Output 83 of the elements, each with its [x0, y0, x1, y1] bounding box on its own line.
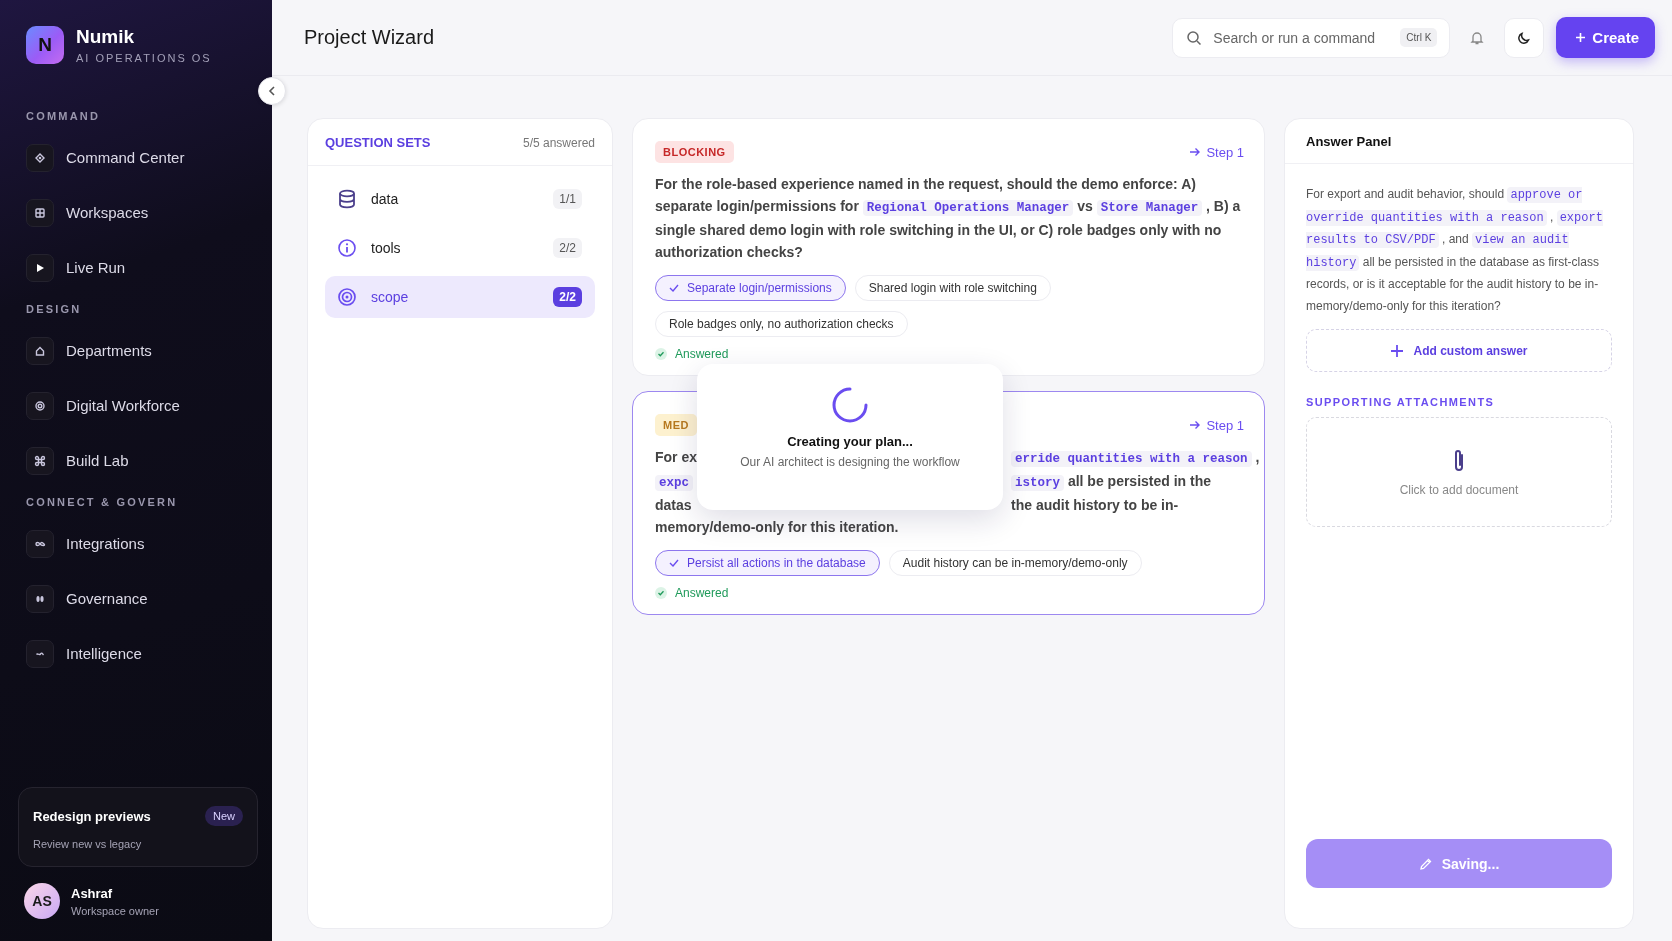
- section-heading: CONNECT & GOVERN: [26, 496, 179, 508]
- answer-option[interactable]: Separate login/permissions: [655, 275, 846, 301]
- step-link[interactable]: Step 1: [1189, 417, 1244, 433]
- nav-item[interactable]: Live Run: [26, 240, 252, 295]
- question-text: datas: [655, 496, 693, 515]
- section-heading: SUPPORTING ATTACHMENTS: [1306, 396, 1496, 408]
- promo-subtitle: Review new vs legacy: [33, 838, 143, 850]
- question-text: For the role-based experience named in the request, should the demo enforce: A) separate login/permissions for Regional Operations Manager vs Store Manager , B) a single shared demo login with role switching in the UI, or C) role badges only with no authorization checks?: [655, 175, 1242, 262]
- nav-item[interactable]: Build Lab: [26, 433, 252, 488]
- step-link[interactable]: Step 1: [1189, 144, 1244, 160]
- search-input[interactable]: Search or run a command: [1211, 28, 1392, 47]
- pencil-icon: [1418, 856, 1433, 871]
- count-badge: 2/2: [553, 238, 582, 258]
- question-set-item[interactable]: data 1/1: [325, 178, 595, 220]
- answered-status: Answered: [675, 586, 729, 600]
- user-role: Workspace owner: [71, 904, 159, 917]
- plus-icon: [1390, 343, 1405, 358]
- chevron-left-icon: [268, 86, 276, 96]
- nav-item[interactable]: Digital Workforce: [26, 378, 252, 433]
- question-set-item[interactable]: tools 2/2: [325, 227, 595, 269]
- info-icon: [337, 238, 357, 258]
- check-icon: [669, 284, 679, 292]
- plus-icon: [1575, 32, 1587, 43]
- count-badge: 2/2: [553, 287, 582, 307]
- collapse-button[interactable]: [258, 77, 286, 105]
- loading-message: Our AI architect is designing the workflow: [740, 455, 960, 469]
- command-key-icon: [34, 454, 46, 467]
- arrow-right-icon: [1189, 420, 1202, 430]
- answer-option[interactable]: Persist all actions in the database: [655, 550, 880, 576]
- question-text: the audit history to be in-: [1011, 496, 1180, 515]
- create-button[interactable]: Create: [1556, 17, 1655, 58]
- answer-option[interactable]: Shared login with role switching: [854, 275, 1051, 301]
- house-icon: [34, 344, 46, 357]
- add-custom-answer-button[interactable]: Add custom answer: [1306, 329, 1612, 372]
- question-text: istory all be persisted in the: [1011, 470, 1260, 494]
- nav-item[interactable]: Workspaces: [26, 185, 252, 240]
- answered-count: 5/5 answered: [522, 135, 595, 150]
- nav-item[interactable]: Governance: [26, 571, 252, 626]
- app-tagline: AI OPERATIONS OS: [76, 52, 212, 64]
- question-set-item[interactable]: scope 2/2: [325, 276, 595, 318]
- severity-badge: MED: [655, 414, 697, 436]
- promo-title: Redesign previews: [33, 808, 151, 824]
- nav-item[interactable]: Integrations: [26, 516, 252, 571]
- check-circle-icon: [655, 348, 667, 360]
- nav-item[interactable]: Departments: [26, 323, 252, 378]
- nav-item[interactable]: Intelligence: [26, 626, 252, 681]
- user-name: Ashraf: [71, 885, 114, 901]
- play-icon: [34, 261, 46, 274]
- count-badge: 1/1: [553, 189, 582, 209]
- search-field[interactable]: Search or run a command Ctrl K: [1172, 17, 1451, 58]
- page-title: Project Wizard: [304, 26, 435, 49]
- nav-item[interactable]: Command Center: [26, 130, 252, 185]
- loading-title: Creating your plan...: [787, 434, 913, 449]
- question-text: For export and audit behavior, should approve or override quantities with a reason , export results to CSV/PDF , and view an audit history all be persisted in the database as first-class records, or is it acceptable for the audit history to be in-memory/demo-only for this iteration?: [1306, 186, 1604, 315]
- theme-toggle-button[interactable]: [1504, 17, 1545, 58]
- spinner-icon: [831, 386, 869, 424]
- search-icon: [1186, 29, 1203, 46]
- answered-status: Answered: [675, 347, 729, 361]
- arrow-right-icon: [1189, 147, 1202, 157]
- new-badge: New: [205, 806, 243, 826]
- app-name: Numik: [76, 26, 136, 48]
- promo-card[interactable]: Redesign previews New Review new vs legacy: [18, 787, 258, 867]
- severity-badge: BLOCKING: [655, 141, 734, 163]
- grid-icon: [34, 206, 46, 219]
- bell-icon: [1469, 29, 1486, 46]
- target-icon: [337, 287, 357, 307]
- panel-heading: Answer Panel: [1285, 119, 1633, 164]
- ring-icon: [34, 399, 46, 412]
- panel-heading: QUESTION SETS: [325, 135, 431, 150]
- answer-option[interactable]: Role badges only, no authorization checks: [655, 311, 908, 337]
- section-heading: DESIGN: [26, 303, 83, 315]
- database-icon: [337, 189, 357, 209]
- answer-option[interactable]: Audit history can be in-memory/demo-only: [888, 550, 1142, 576]
- diamond-icon: [34, 151, 46, 164]
- check-icon: [669, 559, 679, 567]
- attachment-dropzone[interactable]: Click to add document: [1306, 417, 1612, 527]
- shortcut-hint: Ctrl K: [1400, 28, 1438, 47]
- check-circle-icon: [655, 587, 667, 599]
- section-heading: COMMAND: [26, 110, 102, 122]
- logo-badge: N: [26, 26, 64, 64]
- user-avatar: AS: [24, 883, 60, 919]
- question-text: memory/demo-only for this iteration.: [655, 518, 900, 537]
- question-text: For ex: [655, 448, 698, 467]
